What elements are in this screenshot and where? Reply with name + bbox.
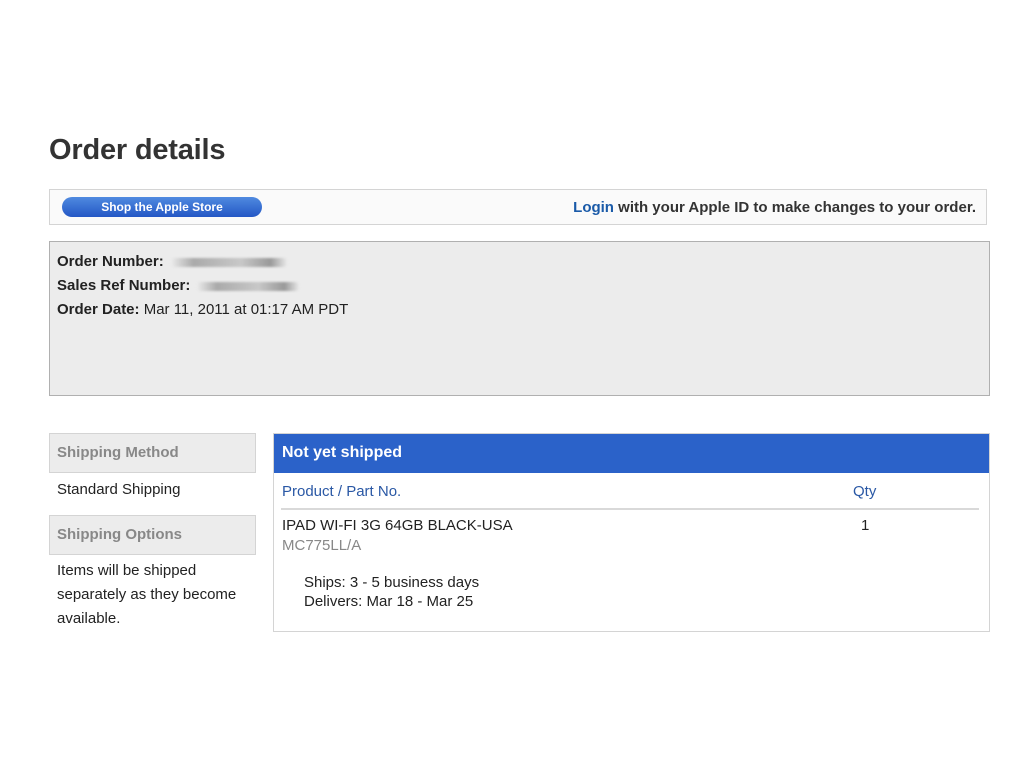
order-number-label: Order Number: — [57, 253, 164, 270]
product-name: IPAD WI-FI 3G 64GB BLACK-USA — [282, 517, 513, 534]
ships-estimate: Ships: 3 - 5 business days — [304, 574, 480, 591]
shipment-panel: Not yet shipped Product / Part No. Qty I… — [273, 433, 990, 632]
login-link[interactable]: Login — [573, 199, 614, 216]
sales-ref-redacted — [196, 281, 301, 291]
login-prompt-text: with your Apple ID to make changes to yo… — [613, 199, 976, 216]
shipping-options-value: Items will be shipped separately as they… — [57, 562, 237, 627]
order-number-redacted — [169, 257, 288, 267]
order-number-row: Order Number: — [57, 252, 982, 276]
product-qty: 1 — [861, 517, 870, 534]
order-info-panel: Order Number: Sales Ref Number: Order Da… — [49, 241, 990, 396]
order-date-value: Mar 11, 2011 at 01:17 AM PDT — [139, 301, 349, 318]
shipping-options-heading: Shipping Options — [49, 515, 256, 555]
login-prompt: Login with your Apple ID to make changes… — [573, 199, 976, 216]
shipping-method-heading: Shipping Method — [49, 433, 256, 473]
product-part-number: MC775LL/A — [282, 537, 362, 554]
product-column-header: Product / Part No. — [282, 483, 402, 500]
table-divider — [281, 508, 979, 510]
sales-ref-label: Sales Ref Number: — [57, 277, 191, 294]
delivery-estimate: Delivers: Mar 18 - Mar 25 — [304, 593, 474, 610]
order-details-page: Order details Shop the Apple Store Login… — [0, 0, 1024, 768]
order-date-row: Order Date: Mar 11, 2011 at 01:17 AM PDT — [57, 300, 982, 324]
sales-ref-row: Sales Ref Number: — [57, 276, 982, 300]
shop-apple-store-button[interactable]: Shop the Apple Store — [62, 197, 262, 217]
page-title: Order details — [49, 134, 226, 166]
qty-column-header: Qty — [853, 483, 877, 500]
order-date-label: Order Date: — [57, 301, 140, 318]
action-bar: Shop the Apple Store Login with your App… — [49, 189, 987, 225]
shipment-status-header: Not yet shipped — [274, 434, 989, 473]
shipping-method-value: Standard Shipping — [57, 481, 181, 498]
